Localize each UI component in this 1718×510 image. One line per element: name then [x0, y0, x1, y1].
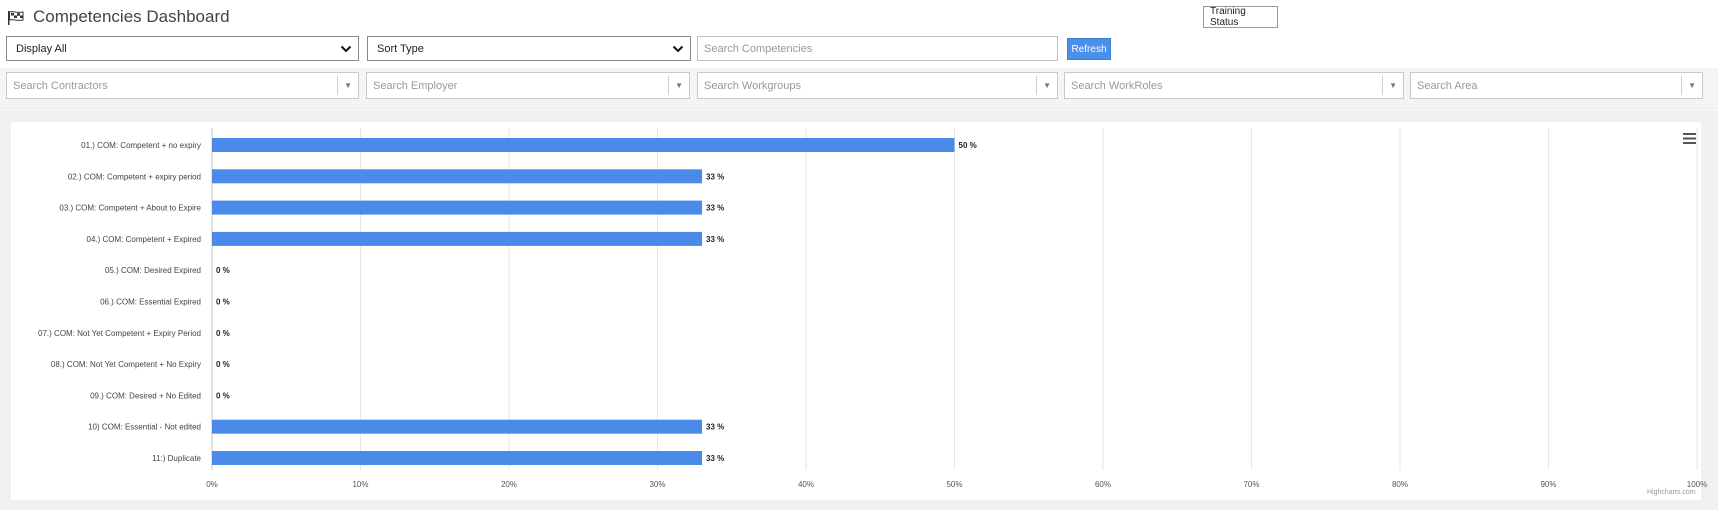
x-tick-label: 40%: [798, 480, 814, 489]
x-tick-label: 50%: [946, 480, 962, 489]
data-label: 0 %: [216, 360, 230, 369]
data-label: 33 %: [706, 423, 724, 432]
x-tick-label: 60%: [1095, 480, 1111, 489]
category-label: 11:) Duplicate: [152, 454, 201, 463]
data-label: 33 %: [706, 204, 724, 213]
category-label: 01.) COM: Competent + no expiry: [81, 141, 201, 150]
chart-category-labels: 01.) COM: Competent + no expiry 02.) COM:…: [38, 141, 202, 463]
category-label: 04.) COM: Competent + Expired: [87, 235, 202, 244]
category-label: 03.) COM: Competent + About to Expire: [59, 204, 201, 213]
data-label: 33 %: [706, 454, 724, 463]
bar[interactable]: [212, 231, 703, 246]
chart-tick-labels: 0% 10% 20% 30% 40% 50% 60% 70% 80% 90% 100%: [206, 480, 1707, 489]
chart-menu-icon[interactable]: [1683, 133, 1696, 144]
x-tick-label: 100%: [1687, 480, 1707, 489]
chart-bars: [212, 138, 955, 465]
competencies-bar-chart: 01.) COM: Competent + no expiry 02.) COM:…: [38, 128, 1707, 489]
data-label: 0 %: [216, 266, 230, 275]
data-label: 0 %: [216, 391, 230, 400]
x-tick-label: 10%: [352, 480, 368, 489]
x-tick-label: 30%: [649, 480, 665, 489]
x-tick-label: 90%: [1540, 480, 1556, 489]
category-label: 10) COM: Essential - Not edited: [88, 423, 201, 432]
category-label: 07.) COM: Not Yet Competent + Expiry Per…: [38, 329, 201, 338]
data-label: 33 %: [706, 172, 724, 181]
bar[interactable]: [212, 200, 703, 215]
bar[interactable]: [212, 451, 703, 465]
data-label: 50 %: [959, 141, 977, 150]
data-label: 0 %: [216, 329, 230, 338]
data-label: 33 %: [706, 235, 724, 244]
bar[interactable]: [212, 138, 955, 152]
x-tick-label: 70%: [1243, 480, 1259, 489]
category-label: 05.) COM: Desired Expired: [105, 266, 201, 275]
chart-data-labels: 50 % 33 % 33 % 33 % 0 % 0 % 0 % 0 % 0 % 33 % 33 %: [216, 141, 977, 463]
data-label: 0 %: [216, 298, 230, 307]
bar[interactable]: [212, 169, 703, 184]
category-label: 08.) COM: Not Yet Competent + No Expiry: [51, 360, 201, 369]
bar[interactable]: [212, 419, 703, 434]
x-tick-label: 0%: [206, 480, 218, 489]
chart-credit[interactable]: Highcharts.com: [1647, 489, 1696, 496]
category-label: 02.) COM: Competent + expiry period: [68, 172, 201, 181]
category-label: 06.) COM: Essential Expired: [100, 298, 201, 307]
category-label: 09.) COM: Desired + No Edited: [90, 391, 201, 400]
x-tick-label: 80%: [1392, 480, 1408, 489]
x-tick-label: 20%: [501, 480, 517, 489]
